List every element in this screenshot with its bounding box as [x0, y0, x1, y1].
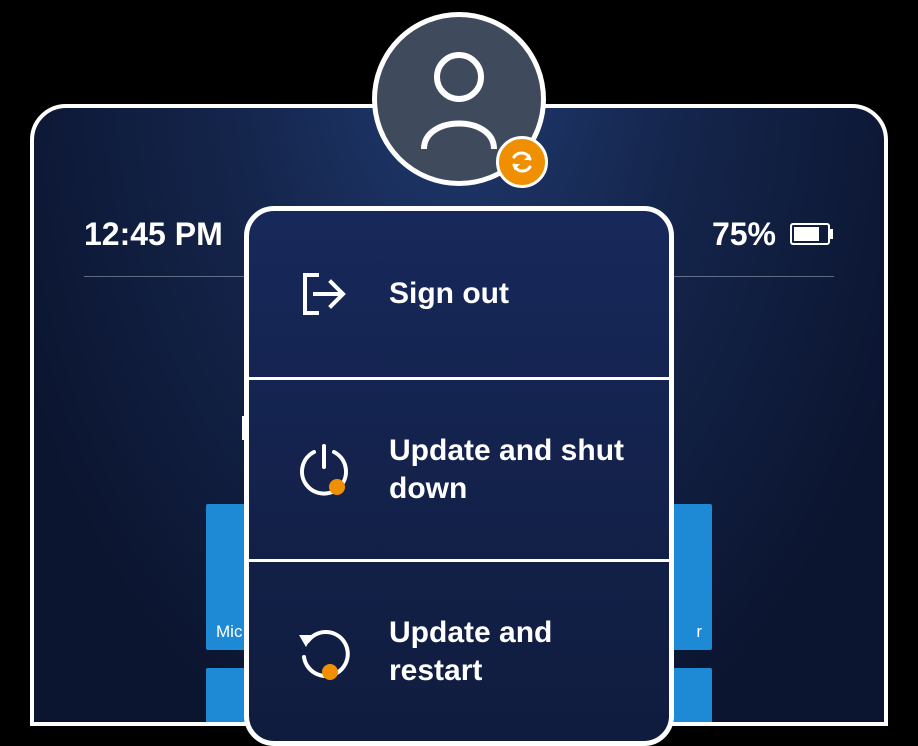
person-icon — [414, 49, 504, 149]
battery-percent: 75% — [712, 216, 776, 253]
battery-icon — [790, 216, 834, 253]
tile-label-partial: r — [696, 622, 702, 642]
sign-out-icon — [293, 263, 355, 325]
sign-out-item[interactable]: Sign out — [249, 211, 669, 377]
power-menu: Sign out Update and shut down Update and… — [244, 206, 674, 746]
power-update-icon — [293, 439, 355, 501]
sync-badge — [496, 136, 548, 188]
user-avatar[interactable] — [372, 12, 546, 186]
menu-item-label: Update and restart — [389, 614, 625, 689]
restart-update-icon — [293, 621, 355, 683]
tile-label-partial: Mic — [216, 622, 242, 642]
menu-item-label: Sign out — [389, 275, 625, 313]
update-restart-item[interactable]: Update and restart — [249, 559, 669, 741]
update-shutdown-item[interactable]: Update and shut down — [249, 377, 669, 559]
status-time: 12:45 PM — [84, 216, 223, 253]
sync-icon — [508, 148, 536, 176]
menu-item-label: Update and shut down — [389, 432, 625, 507]
